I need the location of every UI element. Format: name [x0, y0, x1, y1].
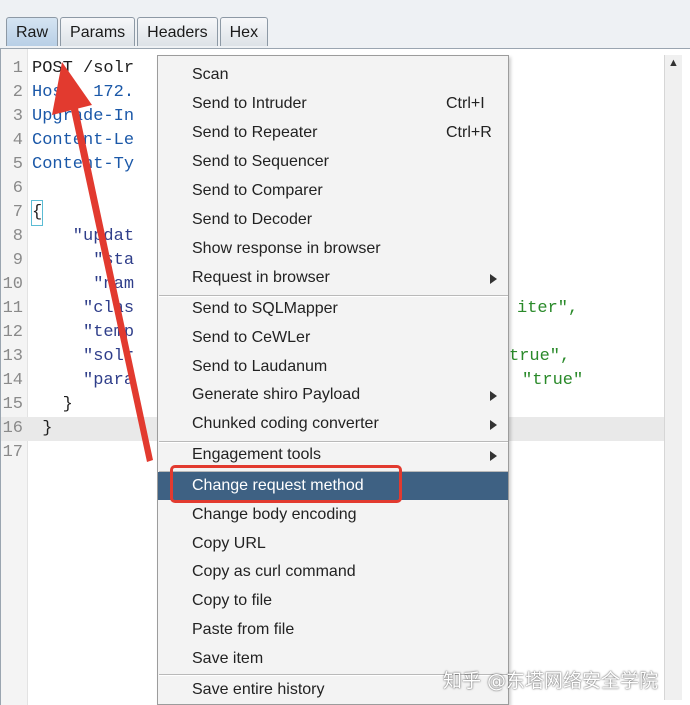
menu-item-copy-url[interactable]: Copy URL	[158, 530, 508, 558]
tab-headers[interactable]: Headers	[137, 17, 218, 46]
request-line: POST /solr	[32, 59, 135, 78]
menu-item-send-to-repeater[interactable]: Send to Repeater Ctrl+R	[158, 119, 508, 147]
menu-item-request-in-browser[interactable]: Request in browser	[158, 264, 508, 292]
menu-item-paste-from-file[interactable]: Paste from file	[158, 616, 508, 644]
menu-item-copy-to-file[interactable]: Copy to file	[158, 587, 508, 615]
context-menu: Scan Send to Intruder Ctrl+I Send to Repe…	[157, 55, 509, 705]
vertical-scrollbar[interactable]: ▲	[664, 55, 682, 700]
tab-hex[interactable]: Hex	[219, 17, 269, 46]
menu-item-generate-shiro-payload[interactable]: Generate shiro Payload	[158, 381, 508, 409]
menu-item-send-to-sequencer[interactable]: Send to Sequencer	[158, 148, 508, 176]
shortcut-intruder: Ctrl+I	[446, 95, 485, 112]
menu-item-send-to-sqlmapper[interactable]: Send to SQLMapper	[158, 295, 508, 323]
shortcut-repeater: Ctrl+R	[446, 124, 492, 141]
menu-item-send-to-laudanum[interactable]: Send to Laudanum	[158, 353, 508, 381]
submenu-arrow-icon	[490, 451, 497, 461]
menu-item-show-response-in-browser[interactable]: Show response in browser	[158, 235, 508, 263]
submenu-arrow-icon	[490, 391, 497, 401]
menu-item-scan[interactable]: Scan	[158, 61, 508, 89]
message-tab-strip: Raw Params Headers Hex	[0, 0, 690, 48]
scroll-up-arrow-icon[interactable]: ▲	[665, 55, 682, 72]
menu-item-send-to-intruder[interactable]: Send to Intruder Ctrl+I	[158, 90, 508, 118]
menu-item-change-body-encoding[interactable]: Change body encoding	[158, 501, 508, 529]
menu-item-send-to-decoder[interactable]: Send to Decoder	[158, 206, 508, 234]
menu-item-send-to-comparer[interactable]: Send to Comparer	[158, 177, 508, 205]
tab-raw[interactable]: Raw	[6, 17, 59, 46]
submenu-arrow-icon	[490, 274, 497, 284]
tab-params[interactable]: Params	[60, 17, 136, 46]
annotation-highlight-box	[170, 465, 402, 503]
menu-item-copy-as-curl-command[interactable]: Copy as curl command	[158, 558, 508, 586]
submenu-arrow-icon	[490, 420, 497, 430]
menu-item-chunked-coding-converter[interactable]: Chunked coding converter	[158, 410, 508, 438]
menu-item-send-to-cewler[interactable]: Send to CeWLer	[158, 324, 508, 352]
watermark: 知乎 @东塔网络安全学院	[443, 670, 659, 692]
